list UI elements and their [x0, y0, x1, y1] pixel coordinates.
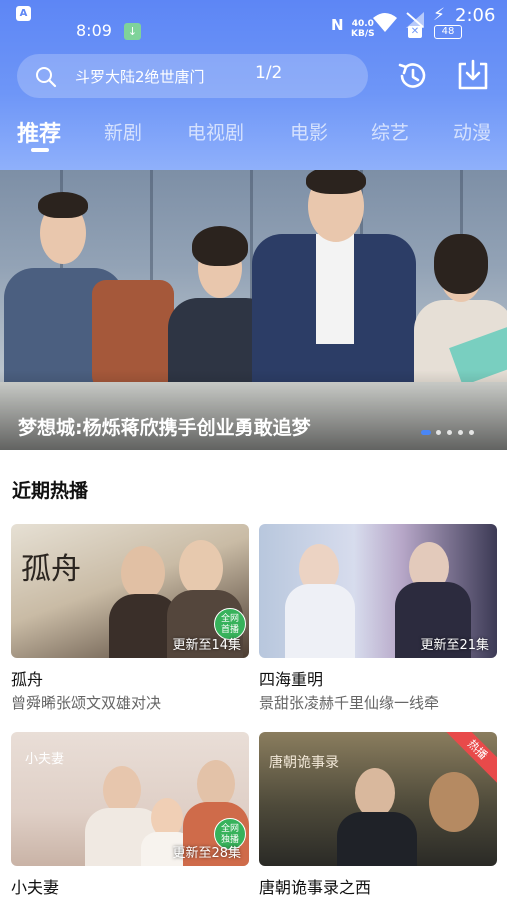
poster-figure — [355, 768, 395, 818]
video-card[interactable]: 更新至21集 四海重明 景甜张凌赫千里仙缘一线牵 — [259, 524, 497, 714]
banner-carousel[interactable]: 梦想城:杨烁蒋欣携手创业勇敢追梦 — [0, 170, 507, 450]
card-thumbnail[interactable]: 小夫妻 全网 独播 更新至28集 — [11, 732, 249, 866]
download-notification-icon: ↓ — [124, 23, 141, 40]
tab-new-series[interactable]: 新剧 — [104, 118, 142, 145]
status-clock: 2:06 — [455, 5, 496, 26]
tab-recommend[interactable]: 推荐 — [17, 116, 61, 148]
banner-title: 梦想城:杨烁蒋欣携手创业勇敢追梦 — [18, 417, 311, 439]
carousel-dot[interactable] — [469, 430, 474, 435]
poster-figure — [121, 546, 165, 600]
section-title: 近期热播 — [12, 480, 89, 502]
video-card[interactable]: 唐朝诡事录 热播 唐朝诡事录之西 — [259, 732, 497, 903]
tab-tv-series[interactable]: 电视剧 — [187, 118, 244, 145]
wifi-icon — [373, 13, 397, 32]
poster-figure — [197, 760, 235, 808]
poster-figure — [429, 772, 479, 832]
episode-label: 更新至21集 — [420, 638, 489, 653]
carousel-dot[interactable] — [447, 430, 452, 435]
no-sim-icon: ✕ — [408, 26, 422, 38]
card-title: 四海重明 — [259, 670, 324, 689]
download-icon[interactable] — [456, 58, 490, 92]
card-thumbnail[interactable]: 唐朝诡事录 热播 — [259, 732, 497, 866]
battery-indicator: 48 — [434, 25, 462, 39]
carousel-dot[interactable] — [436, 430, 441, 435]
poster-title: 孤舟 — [21, 552, 81, 587]
carousel-dot[interactable] — [458, 430, 463, 435]
episode-label: 更新至28集 — [172, 846, 241, 861]
card-subtitle: 曾舜晞张颂文双雄对决 — [11, 694, 162, 712]
episode-label: 更新至14集 — [172, 638, 241, 653]
status-bar: A 8:09 ↓ N 40.0 KB/S ✕ ⚡ 2:06 48 — [0, 0, 507, 44]
tab-variety[interactable]: 综艺 — [371, 118, 409, 145]
tab-anime[interactable]: 动漫 — [453, 118, 491, 145]
tab-movies[interactable]: 电影 — [290, 118, 328, 145]
poster-figure — [179, 540, 223, 596]
category-tabs: 推荐 新剧 电视剧 电影 综艺 动漫 — [0, 114, 507, 160]
card-thumbnail[interactable]: 更新至21集 — [259, 524, 497, 658]
tab-active-indicator — [31, 148, 49, 152]
search-bar[interactable]: 斗罗大陆2绝世唐门 1/2 — [17, 54, 368, 98]
card-title: 唐朝诡事录之西 — [259, 878, 372, 897]
video-card[interactable]: 孤舟 全网 首播 更新至14集 孤舟 曾舜晞张颂文双雄对决 — [11, 524, 249, 714]
card-title: 孤舟 — [11, 670, 44, 689]
app-notification-icon: A — [16, 6, 31, 21]
charging-icon: ⚡ — [433, 5, 445, 25]
card-subtitle: 景甜张凌赫千里仙缘一线牵 — [259, 694, 440, 712]
card-thumbnail[interactable]: 孤舟 全网 首播 更新至14集 — [11, 524, 249, 658]
poster-figure — [337, 812, 417, 866]
card-title: 小夫妻 — [11, 878, 60, 897]
nfc-icon: N — [331, 16, 344, 34]
history-icon[interactable] — [396, 59, 430, 93]
video-card[interactable]: 小夫妻 全网 独播 更新至28集 小夫妻 — [11, 732, 249, 903]
search-placeholder: 斗罗大陆2绝世唐门 — [75, 68, 205, 86]
status-time: 8:09 — [76, 21, 112, 40]
carousel-dot[interactable] — [421, 430, 431, 435]
poster-title: 小夫妻 — [25, 752, 65, 767]
search-page-indicator: 1/2 — [255, 63, 283, 83]
poster-title: 唐朝诡事录 — [269, 755, 339, 771]
poster-figure — [103, 766, 141, 814]
poster-figure — [285, 584, 355, 658]
search-icon — [36, 67, 57, 88]
